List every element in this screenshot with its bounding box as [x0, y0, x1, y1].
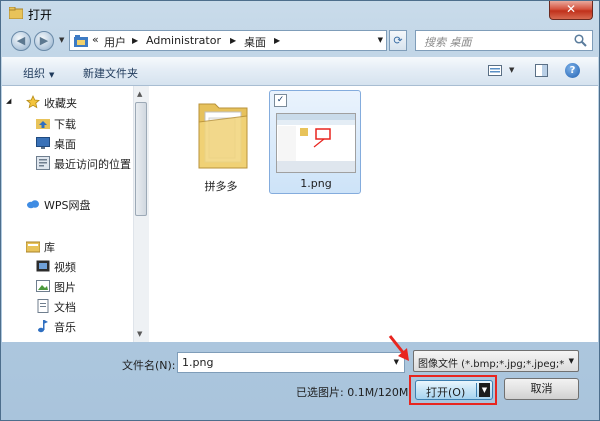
file-type-select[interactable]: 图像文件 (*.bmp;*.jpg;*.jpeg;* ▼ — [413, 350, 579, 372]
title-bar: 打开 ✕ — [1, 1, 599, 27]
filename-value: 1.png — [182, 356, 214, 369]
nav-item-libraries[interactable]: 库 — [2, 236, 132, 256]
refresh-button[interactable]: ⟳ — [389, 30, 407, 51]
view-dropdown-icon[interactable]: ▼ — [509, 66, 514, 74]
nav-label: 收藏夹 — [44, 97, 77, 110]
selection-status: 已选图片: 0.1M/120M — [296, 386, 409, 399]
command-toolbar: 组织 ▼ 新建文件夹 ▼ ? — [2, 57, 598, 86]
breadcrumb-desktop[interactable]: 桌面 — [244, 34, 266, 50]
nav-label: WPS网盘 — [44, 199, 91, 212]
organize-button[interactable]: 组织 ▼ — [23, 65, 54, 81]
nav-item-recent-places[interactable]: 最近访问的位置 — [2, 153, 132, 173]
recent-places-icon — [36, 156, 50, 170]
split-divider — [476, 383, 477, 397]
star-icon — [26, 95, 40, 109]
file-list: 拼多多 ✓ 1.png — [149, 86, 598, 342]
scrollbar-thumb[interactable] — [135, 102, 147, 216]
filename-label: 文件名(N): — [122, 359, 176, 372]
music-note-icon — [38, 320, 48, 333]
breadcrumb-arrow-icon[interactable]: ▶ — [230, 36, 236, 45]
document-icon — [37, 299, 49, 313]
scroll-up-icon[interactable]: ▲ — [137, 90, 142, 98]
desktop-icon — [36, 137, 50, 149]
app-icon — [9, 7, 23, 19]
file-type-value: 图像文件 (*.bmp;*.jpg;*.jpeg;* — [418, 359, 565, 370]
file-item-image[interactable]: ✓ 1.png — [269, 90, 361, 194]
help-icon[interactable]: ? — [565, 63, 580, 78]
breadcrumb-arrow-icon[interactable]: ▶ — [274, 36, 280, 45]
refresh-icon: ⟳ — [393, 34, 403, 47]
open-button[interactable]: 打开(O) ▼ — [415, 380, 493, 400]
chevron-down-icon: ▼ — [568, 357, 574, 365]
breadcrumb-administrator[interactable]: Administrator — [146, 34, 221, 47]
back-button[interactable]: ◀ — [11, 31, 31, 51]
folder-icon — [198, 103, 248, 169]
nav-label: 库 — [44, 241, 55, 254]
open-label: 打开(O) — [426, 386, 466, 399]
recent-pages-dropdown-icon[interactable]: ▼ — [59, 36, 64, 44]
navpane-scrollbar[interactable]: ▲ ▼ — [133, 86, 149, 342]
file-name: 拼多多 — [204, 180, 238, 193]
forward-button[interactable]: ▶ — [34, 31, 54, 51]
nav-item-videos[interactable]: 视频 — [2, 256, 132, 276]
open-file-dialog: 打开 ✕ ◀ ▶ ▼ « 用户 ▶ Administrator ▶ 桌面 ▶ ▼… — [0, 0, 600, 421]
change-view-icon[interactable] — [488, 65, 502, 76]
image-thumbnail-icon — [276, 113, 356, 173]
open-options-dropdown-icon[interactable]: ▼ — [479, 383, 490, 397]
navigation-pane: ◢ 收藏夹 下载 桌面 最近访问的位置 WPS网盘 库 视频 图片 文档 音乐 — [2, 86, 132, 342]
chevron-down-icon: ▼ — [49, 71, 55, 79]
picture-icon — [36, 280, 50, 292]
video-icon — [36, 260, 50, 272]
download-folder-icon — [36, 119, 50, 129]
nav-item-pictures[interactable]: 图片 — [2, 276, 132, 296]
nav-item-documents[interactable]: 文档 — [2, 296, 132, 316]
preview-pane-icon[interactable] — [535, 64, 548, 77]
cloud-icon — [27, 200, 39, 209]
file-name: 1.png — [300, 177, 332, 190]
nav-item-downloads[interactable]: 下载 — [2, 113, 132, 133]
address-bar[interactable]: « 用户 ▶ Administrator ▶ 桌面 ▶ ▼ — [69, 30, 387, 51]
new-folder-button[interactable]: 新建文件夹 — [83, 65, 138, 81]
breadcrumb-overflow[interactable]: « — [92, 33, 99, 46]
content-area: ◢ 收藏夹 下载 桌面 最近访问的位置 WPS网盘 库 视频 图片 文档 音乐 … — [2, 86, 598, 342]
file-item-folder[interactable]: 拼多多 — [175, 90, 267, 194]
nav-label: 文档 — [54, 301, 76, 314]
nav-label: 图片 — [54, 281, 76, 294]
select-checkbox[interactable]: ✓ — [274, 94, 287, 107]
nav-label: 视频 — [54, 261, 76, 274]
library-icon — [26, 241, 40, 253]
collapse-arrow-icon[interactable]: ◢ — [6, 97, 20, 111]
nav-item-music[interactable]: 音乐 — [2, 316, 132, 336]
search-placeholder: 搜索 桌面 — [424, 36, 472, 49]
nav-item-desktop[interactable]: 桌面 — [2, 133, 132, 153]
breadcrumb-users[interactable]: 用户 — [104, 34, 126, 50]
search-icon — [574, 34, 587, 47]
organize-label: 组织 — [23, 67, 45, 80]
breadcrumb-arrow-icon[interactable]: ▶ — [132, 36, 138, 45]
search-input[interactable]: 搜索 桌面 — [415, 30, 593, 51]
nav-label: 最近访问的位置 — [54, 158, 131, 171]
cancel-button[interactable]: 取消 — [504, 378, 579, 400]
nav-item-favorites[interactable]: ◢ 收藏夹 — [2, 92, 132, 112]
close-button[interactable]: ✕ — [549, 1, 593, 20]
nav-label: 桌面 — [54, 138, 76, 151]
nav-label: 下载 — [54, 118, 76, 131]
scroll-down-icon[interactable]: ▼ — [137, 330, 142, 338]
nav-item-wps-cloud[interactable]: WPS网盘 — [2, 194, 132, 214]
nav-label: 音乐 — [54, 321, 76, 334]
folder-location-icon — [74, 35, 88, 47]
address-dropdown-icon[interactable]: ▼ — [378, 36, 383, 44]
annotation-arrow-icon — [388, 335, 409, 361]
window-title: 打开 — [28, 8, 53, 22]
navigation-bar: ◀ ▶ ▼ « 用户 ▶ Administrator ▶ 桌面 ▶ ▼ ⟳ 搜索… — [1, 27, 599, 55]
highlight-box: 打开(O) ▼ — [409, 375, 497, 405]
filename-input[interactable]: 1.png ▼ — [177, 352, 405, 373]
dialog-footer: 文件名(N): 1.png ▼ 图像文件 (*.bmp;*.jpg;*.jpeg… — [2, 342, 598, 420]
